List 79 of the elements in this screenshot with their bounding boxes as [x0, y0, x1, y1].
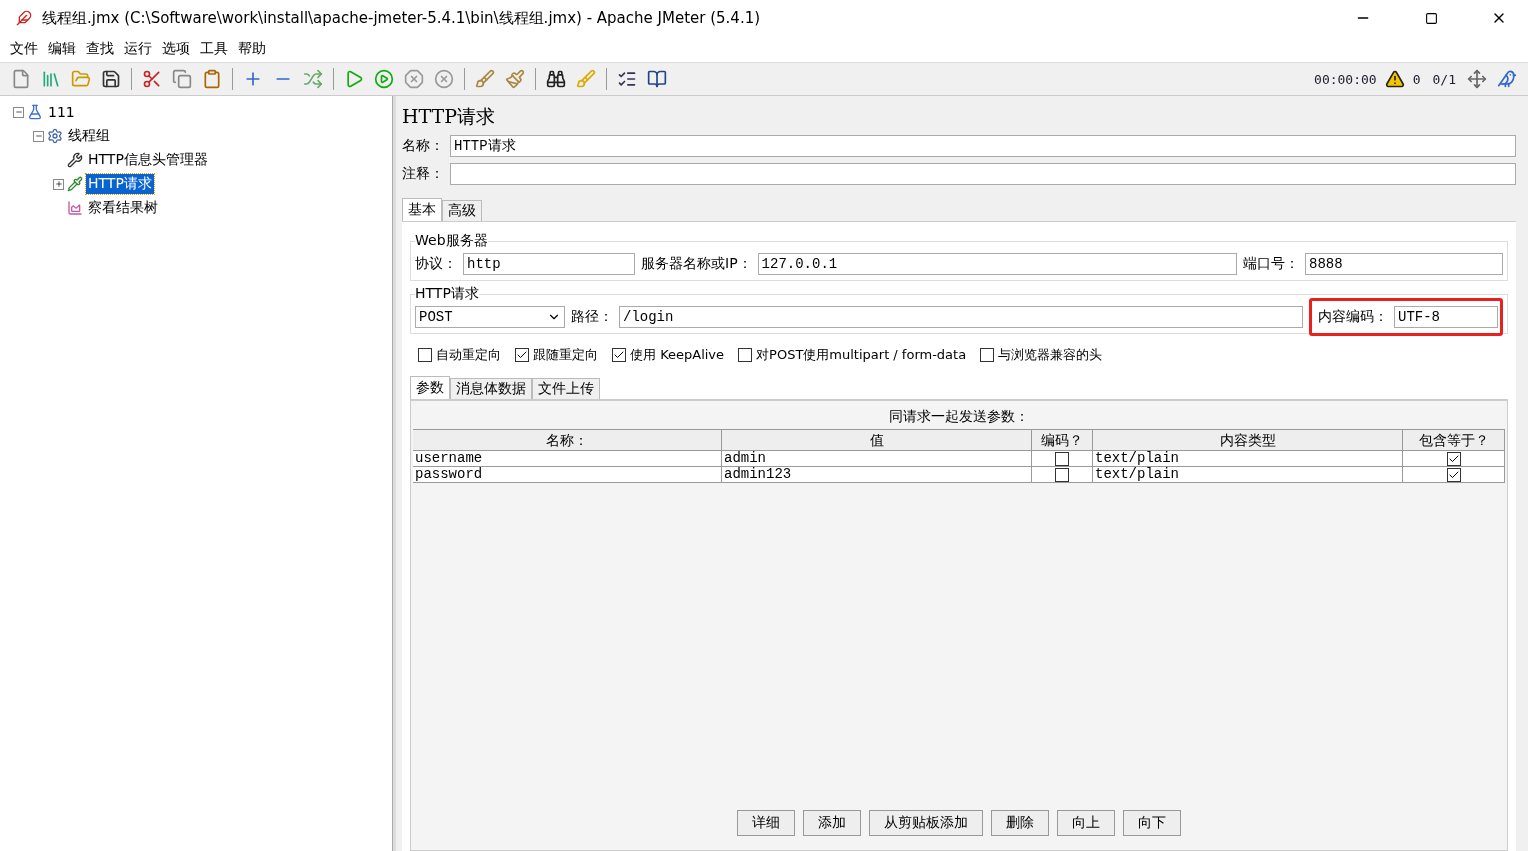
column-header[interactable]: 包含等于？	[1403, 429, 1505, 451]
tree-item[interactable]: 察看结果树	[86, 198, 160, 218]
field-label: 路径：	[571, 308, 613, 326]
checkbox[interactable]	[980, 348, 995, 362]
method-dropdown[interactable]: POST	[415, 306, 565, 328]
column-header[interactable]: 名称：	[413, 429, 722, 451]
tree-node-icon	[47, 128, 63, 144]
column-header[interactable]: 编码？	[1032, 429, 1093, 451]
checkbox-option[interactable]: 与浏览器兼容的头	[980, 346, 1103, 364]
action-button[interactable]: 添加	[803, 810, 861, 836]
menu-item[interactable]: 帮助	[238, 40, 266, 58]
table-cell: text/plain	[1093, 451, 1403, 467]
menu-item[interactable]: 工具	[200, 40, 228, 58]
field-label: 服务器名称或IP：	[641, 255, 752, 273]
table-caption: 同请求一起发送参数：	[888, 407, 1030, 426]
checkbox[interactable]	[738, 348, 753, 362]
checkbox[interactable]	[1055, 467, 1069, 482]
checkbox[interactable]	[418, 348, 432, 362]
action-button[interactable]: 从剪贴板添加	[869, 810, 983, 836]
menu-item[interactable]: 文件	[10, 40, 38, 58]
encoding-field[interactable]: UTF-8	[1394, 306, 1498, 328]
checkbox-option[interactable]: 自动重定向	[418, 346, 501, 364]
protocol-field[interactable]: http	[463, 253, 635, 275]
warning-count: 0	[1412, 71, 1421, 87]
tree-item[interactable]: 线程组	[66, 126, 112, 146]
tree-item[interactable]: HTTP信息头管理器	[86, 150, 210, 170]
tab[interactable]: 基本	[402, 198, 442, 221]
table-cell: admin	[722, 451, 1032, 467]
action-button[interactable]: 向下	[1123, 810, 1181, 836]
warning-icon	[1384, 69, 1405, 89]
table-cell: password	[413, 467, 722, 483]
path-field[interactable]: /login	[619, 306, 1303, 328]
menu-item[interactable]: 选项	[162, 40, 190, 58]
panel-title: HTTP请求	[402, 104, 497, 129]
checkbox-option[interactable]: 跟随重定向	[515, 346, 598, 364]
tree-node-icon	[67, 200, 83, 216]
action-button[interactable]: 详细	[737, 810, 795, 836]
checkbox-option[interactable]: 使用 KeepAlive	[612, 346, 725, 364]
table-cell: text/plain	[1093, 467, 1403, 483]
tab[interactable]: 文件上传	[532, 378, 600, 399]
port-field[interactable]: 8888	[1305, 253, 1503, 275]
tree-node-icon	[27, 104, 43, 120]
column-header[interactable]: 值	[722, 429, 1032, 451]
maximize-icon[interactable]	[1424, 11, 1438, 25]
thread-count: 0/1	[1432, 71, 1456, 87]
elapsed-time: 00:00:00	[1314, 71, 1377, 87]
group-legend: Web服务器	[415, 232, 488, 250]
tree-item[interactable]: 111	[46, 103, 77, 121]
menu-item[interactable]: 运行	[124, 40, 152, 58]
column-header[interactable]: 内容类型	[1093, 429, 1403, 451]
field-label: 注释：	[402, 165, 444, 183]
tab[interactable]: 消息体数据	[450, 378, 532, 399]
field-label: 端口号：	[1243, 255, 1299, 273]
tree-node-icon	[67, 176, 83, 192]
app-feather-icon	[16, 10, 32, 26]
tree-item[interactable]: HTTP请求	[86, 174, 154, 194]
action-button[interactable]: 向上	[1057, 810, 1115, 836]
table-cell: admin123	[722, 467, 1032, 483]
name-field[interactable]: HTTP请求	[450, 135, 1516, 157]
action-button[interactable]: 删除	[991, 810, 1049, 836]
tree-node-icon	[67, 152, 83, 168]
checkbox-option[interactable]: 对POST使用multipart / form-data	[738, 346, 967, 364]
window-title: 线程组.jmx (C:\Software\work\install\apache-jmeter-5.4.1\bin\线程组.jmx) - Apache JMeter (5.4.1)	[42, 8, 762, 28]
field-label: 协议：	[415, 255, 457, 273]
comment-field[interactable]	[450, 163, 1516, 185]
table-cell: username	[413, 451, 722, 467]
menu-item[interactable]: 编辑	[48, 40, 76, 58]
checkbox[interactable]	[515, 348, 529, 362]
tab[interactable]: 高级	[442, 200, 482, 221]
server-field[interactable]: 127.0.0.1	[757, 253, 1237, 275]
field-label: 名称：	[402, 137, 444, 155]
menu-item[interactable]: 查找	[86, 40, 114, 58]
checkbox[interactable]	[1446, 451, 1461, 466]
field-label: 内容编码：	[1318, 308, 1388, 326]
checkbox[interactable]	[1446, 467, 1461, 482]
group-legend: HTTP请求	[415, 285, 479, 303]
checkbox[interactable]	[612, 348, 626, 362]
tab[interactable]: 参数	[410, 376, 450, 399]
checkbox[interactable]	[1055, 451, 1069, 466]
